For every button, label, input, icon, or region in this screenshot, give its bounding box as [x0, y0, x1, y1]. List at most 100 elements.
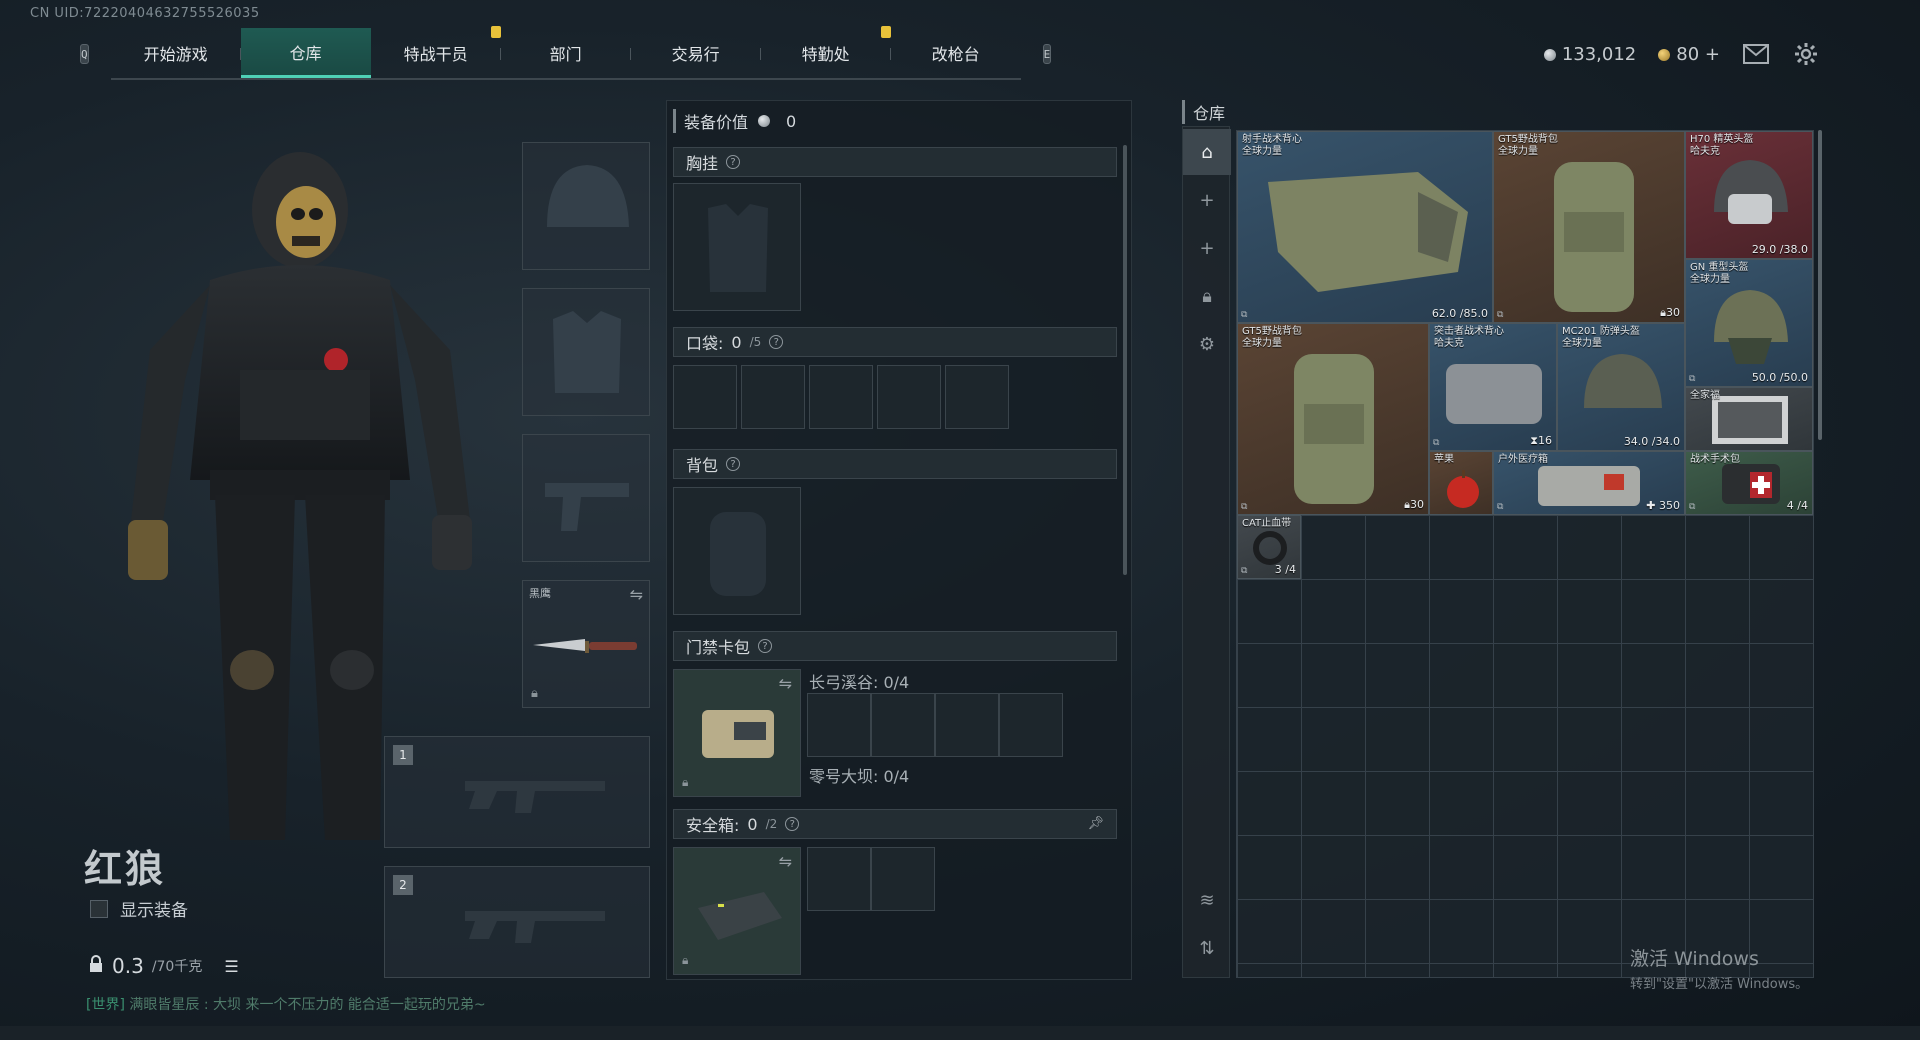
- item-tactical-vest[interactable]: 突击者战术背心 哈夫克 ⧗16 ⧉: [1429, 323, 1557, 451]
- gold-currency[interactable]: 80 +: [1658, 44, 1720, 65]
- keycard-cell[interactable]: [999, 693, 1063, 757]
- item-uses-value: 350: [1659, 499, 1680, 512]
- swap-icon[interactable]: ⇋: [779, 852, 792, 871]
- item-helmet[interactable]: H70 精英头盔 哈夫克 29.0 /38.0: [1685, 131, 1813, 259]
- layers-icon[interactable]: ≋: [1183, 877, 1231, 923]
- backpack-slot[interactable]: [673, 487, 801, 615]
- chest-rig-slot[interactable]: [673, 183, 801, 311]
- secondary-weapon-slot[interactable]: 2: [384, 866, 650, 978]
- add-icon[interactable]: +: [1183, 225, 1231, 271]
- tab-start-game[interactable]: 开始游戏: [111, 28, 241, 78]
- item-apple[interactable]: 苹果: [1429, 451, 1493, 515]
- nav-prev-key[interactable]: Q: [80, 44, 89, 64]
- backpack-header: 背包 ?: [673, 449, 1117, 479]
- gold-coin-icon: [1658, 48, 1671, 61]
- pocket-cell[interactable]: [809, 365, 873, 429]
- helmet-silhouette-icon: [547, 165, 629, 227]
- backpack-silhouette-icon: [710, 512, 766, 596]
- lock-icon[interactable]: 🔒︎: [1183, 273, 1231, 319]
- add-gold-icon[interactable]: +: [1705, 44, 1720, 65]
- warehouse-sidebar: ⌂ + + 🔒︎ ⚙︎ ≋ ⇅: [1182, 126, 1231, 978]
- pin-icon[interactable]: 📌︎: [1087, 816, 1104, 831]
- tab-gunsmith[interactable]: 改枪台: [891, 28, 1021, 78]
- item-name: GN 重型头盔 全球力量: [1690, 262, 1749, 285]
- tab-operators[interactable]: 特战干员: [371, 26, 501, 78]
- watermark-subtitle: 转到"设置"以激活 Windows。: [1630, 977, 1809, 992]
- help-icon[interactable]: ?: [785, 817, 800, 831]
- help-icon[interactable]: ?: [726, 155, 741, 169]
- item-helmet[interactable]: MC201 防弹头盔 全球力量 34.0 /34.0: [1557, 323, 1685, 451]
- help-icon[interactable]: ?: [758, 639, 773, 653]
- helmet-slot[interactable]: [522, 142, 650, 270]
- world-chat[interactable]: [世界] 满眼皆星辰 : 大坝 来一个不压力的 能合适一起玩的兄弟~: [86, 994, 486, 1014]
- melee-name: 黑鹰: [529, 587, 551, 600]
- top-nav: Q 开始游戏 仓库 特战干员 部门 交易行 特勤处 改枪台 E: [80, 26, 1052, 80]
- warehouse-title: 仓库: [1182, 100, 1225, 124]
- item-medkit[interactable]: 户外医疗箱 ✚ 350 ⧉: [1493, 451, 1685, 515]
- sort-icon[interactable]: ⇅: [1183, 925, 1231, 971]
- pistol-slot[interactable]: [522, 434, 650, 562]
- swap-icon[interactable]: ⇋: [779, 674, 792, 693]
- item-tactical-vest[interactable]: 射手战术背心 全球力量 62.0 /85.0 ⧉: [1237, 131, 1493, 323]
- primary-weapon-slot[interactable]: 1: [384, 736, 650, 848]
- safe-cell[interactable]: [807, 847, 871, 911]
- keycard-cell[interactable]: [871, 693, 935, 757]
- item-capacity-value: 30: [1410, 498, 1424, 511]
- keycard-cell[interactable]: [935, 693, 999, 757]
- melee-slot[interactable]: 黑鹰 ⇋ 🔒︎: [522, 580, 650, 708]
- safe-cell[interactable]: [871, 847, 935, 911]
- tab-label: 改枪台: [931, 45, 980, 64]
- tab-warehouse[interactable]: 仓库: [240, 28, 371, 78]
- keycard-line-dam: 零号大坝: 0/4: [809, 767, 910, 786]
- item-name: 射手战术背心 全球力量: [1242, 134, 1302, 157]
- apple-icon: [1447, 470, 1479, 508]
- swap-icon[interactable]: ⇋: [630, 585, 643, 604]
- checkbox[interactable]: [90, 899, 108, 918]
- mail-icon[interactable]: [1742, 40, 1770, 68]
- help-icon[interactable]: ?: [769, 335, 784, 349]
- keycard-cell[interactable]: [807, 693, 871, 757]
- slot-number: 1: [393, 745, 413, 765]
- add-icon[interactable]: +: [1183, 177, 1231, 223]
- item-name: 户外医疗箱: [1498, 454, 1548, 465]
- warehouse-home-icon[interactable]: ⌂: [1183, 129, 1231, 175]
- rifle-silhouette-icon: [465, 911, 605, 943]
- scrollbar[interactable]: [1123, 145, 1127, 575]
- pocket-cell[interactable]: [877, 365, 941, 429]
- item-marker-icon: ⧉: [1241, 566, 1248, 576]
- tab-trade[interactable]: 交易行: [631, 28, 761, 78]
- tab-department[interactable]: 部门: [501, 28, 631, 78]
- pocket-cell[interactable]: [741, 365, 805, 429]
- bottom-bar: [0, 1026, 1920, 1040]
- scrollbar[interactable]: [1818, 130, 1822, 440]
- pocket-cell[interactable]: [945, 365, 1009, 429]
- nav-next-key[interactable]: E: [1042, 44, 1052, 64]
- gear-icon[interactable]: [1792, 40, 1820, 68]
- item-uses: ✚ 350: [1646, 499, 1680, 512]
- backpack-icon: [1294, 354, 1374, 504]
- help-icon[interactable]: ?: [726, 457, 741, 471]
- silver-coin-icon: [758, 115, 771, 127]
- tab-special-ops[interactable]: 特勤处: [761, 26, 891, 78]
- armor-slot[interactable]: [522, 288, 650, 416]
- item-tourniquet[interactable]: CAT止血带 3 /4 ⧉: [1237, 515, 1301, 579]
- item-helmet[interactable]: GN 重型头盔 全球力量 50.0 /50.0 ⧉: [1685, 259, 1813, 387]
- list-icon[interactable]: ☰: [224, 957, 238, 976]
- vest-icon: [1446, 364, 1542, 424]
- pocket-cell[interactable]: [673, 365, 737, 429]
- show-equipment-toggle[interactable]: 显示装备: [90, 896, 188, 921]
- safe-box-slot[interactable]: ⇋ 🔒︎: [673, 847, 801, 975]
- keycard-case-slot[interactable]: ⇋ 🔒︎: [673, 669, 801, 797]
- item-surgery-kit[interactable]: 战术手术包 4 /4 ⧉: [1685, 451, 1813, 515]
- item-marker-icon: ⧉: [1497, 310, 1504, 320]
- pistol-silhouette-icon: [545, 483, 629, 531]
- alert-icon: [490, 26, 501, 38]
- safe-count: 0: [747, 814, 758, 834]
- gear-icon[interactable]: ⚙︎: [1183, 321, 1231, 367]
- tab-label: 特勤处: [801, 45, 850, 64]
- section-label: 安全箱:: [686, 816, 740, 835]
- item-backpack[interactable]: GT5野战背包 全球力量 🔒︎30 ⧉: [1237, 323, 1429, 515]
- item-uses: 4 /4: [1786, 499, 1808, 512]
- item-family-photo[interactable]: 全家福: [1685, 387, 1813, 451]
- item-backpack[interactable]: GT5野战背包 全球力量 🔒︎30 ⧉: [1493, 131, 1685, 323]
